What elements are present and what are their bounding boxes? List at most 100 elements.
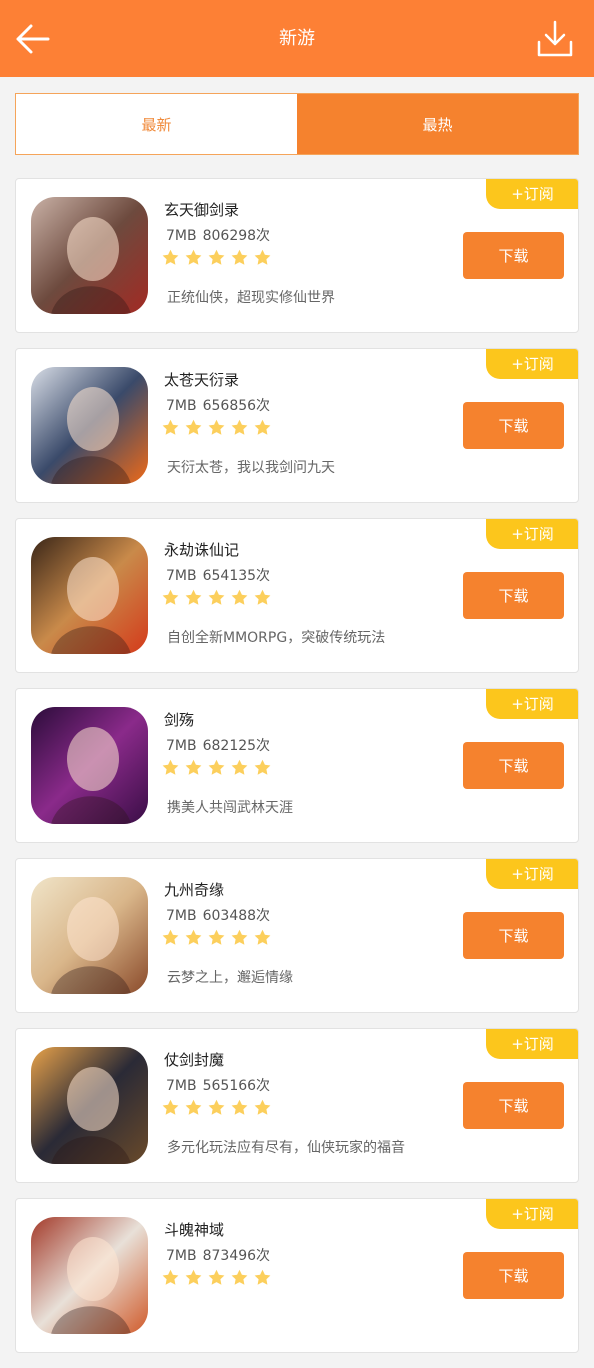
game-card[interactable]: 九州奇缘 7MB 603488次 云梦之上，邂逅情缘 +订阅 下载 — [15, 858, 579, 1013]
rating-stars — [162, 419, 271, 436]
game-icon-xuantian[interactable] — [31, 197, 148, 314]
star-icon — [162, 1269, 179, 1285]
game-meta: 7MB 806298次 — [166, 225, 270, 245]
star-icon — [162, 929, 179, 945]
game-card[interactable]: 太苍天衍录 7MB 656856次 天衍太苍，我以我剑问九天 +订阅 下载 — [15, 348, 579, 503]
download-button[interactable]: 下载 — [463, 572, 564, 619]
download-count: 873496次 — [202, 1248, 271, 1264]
rating-stars — [162, 759, 271, 776]
game-size: 7MB — [166, 738, 197, 754]
subscribe-button[interactable]: +订阅 — [486, 179, 578, 209]
download-button[interactable]: 下载 — [463, 402, 564, 449]
download-count: 806298次 — [202, 228, 271, 244]
game-size: 7MB — [166, 398, 197, 414]
game-card[interactable]: 斗魄神域 7MB 873496次 +订阅 下载 — [15, 1198, 579, 1353]
game-icon-doupo[interactable] — [31, 1217, 148, 1334]
rating-stars — [162, 589, 271, 606]
game-meta: 7MB 603488次 — [166, 905, 270, 925]
star-icon — [208, 1269, 225, 1285]
star-icon — [162, 589, 179, 605]
download-button[interactable]: 下载 — [463, 1252, 564, 1299]
star-icon — [231, 1269, 248, 1285]
subscribe-button[interactable]: +订阅 — [486, 1199, 578, 1229]
rating-stars — [162, 1269, 271, 1286]
star-icon — [185, 419, 202, 435]
game-icon-jiuzhou[interactable] — [31, 877, 148, 994]
download-count: 654135次 — [202, 568, 271, 584]
game-name: 剑殇 — [164, 711, 195, 729]
game-name: 永劫诛仙记 — [164, 541, 240, 559]
star-icon — [208, 1099, 225, 1115]
download-button[interactable]: 下载 — [463, 1082, 564, 1129]
star-icon — [231, 929, 248, 945]
star-icon — [185, 1099, 202, 1115]
game-name: 太苍天衍录 — [164, 371, 240, 389]
star-icon — [231, 759, 248, 775]
download-count: 656856次 — [202, 398, 271, 414]
star-icon — [162, 249, 179, 265]
star-icon — [254, 589, 271, 605]
star-icon — [231, 589, 248, 605]
download-button[interactable]: 下载 — [463, 232, 564, 279]
tab-newest[interactable]: 最新 — [16, 94, 297, 154]
game-size: 7MB — [166, 908, 197, 924]
download-count: 682125次 — [202, 738, 271, 754]
subscribe-button[interactable]: +订阅 — [486, 859, 578, 889]
game-description: 正统仙侠，超现实修仙世界 — [167, 290, 335, 306]
game-description: 云梦之上，邂逅情缘 — [167, 970, 293, 986]
game-icon-zhangjian[interactable] — [31, 1047, 148, 1164]
star-icon — [231, 249, 248, 265]
game-card[interactable]: 仗剑封魔 7MB 565166次 多元化玩法应有尽有，仙侠玩家的福音 +订阅 下载 — [15, 1028, 579, 1183]
download-button[interactable]: 下载 — [463, 912, 564, 959]
top-bar: 新游 — [0, 0, 594, 77]
game-meta: 7MB 654135次 — [166, 565, 270, 585]
game-name: 仗剑封魔 — [164, 1051, 225, 1069]
tab-bar: 最新 最热 — [15, 93, 579, 155]
game-card[interactable]: 永劫诛仙记 7MB 654135次 自创全新MMORPG，突破传统玩法 +订阅 下… — [15, 518, 579, 673]
star-icon — [162, 419, 179, 435]
game-meta: 7MB 682125次 — [166, 735, 270, 755]
tab-hottest[interactable]: 最热 — [297, 94, 578, 154]
game-card[interactable]: 玄天御剑录 7MB 806298次 正统仙侠，超现实修仙世界 +订阅 下载 — [15, 178, 579, 333]
star-icon — [254, 1269, 271, 1285]
game-size: 7MB — [166, 228, 197, 244]
game-name: 九州奇缘 — [164, 881, 225, 899]
star-icon — [185, 249, 202, 265]
star-icon — [185, 929, 202, 945]
game-description: 天衍太苍，我以我剑问九天 — [167, 460, 335, 476]
star-icon — [162, 1099, 179, 1115]
download-button[interactable]: 下载 — [463, 742, 564, 789]
game-icon-yongjie[interactable] — [31, 537, 148, 654]
star-icon — [208, 249, 225, 265]
star-icon — [231, 1099, 248, 1115]
subscribe-button[interactable]: +订阅 — [486, 1029, 578, 1059]
rating-stars — [162, 929, 271, 946]
star-icon — [208, 759, 225, 775]
star-icon — [254, 929, 271, 945]
game-description: 自创全新MMORPG，突破传统玩法 — [167, 630, 386, 646]
star-icon — [185, 589, 202, 605]
subscribe-button[interactable]: +订阅 — [486, 689, 578, 719]
rating-stars — [162, 249, 271, 266]
game-meta: 7MB 565166次 — [166, 1075, 270, 1095]
star-icon — [254, 249, 271, 265]
star-icon — [208, 419, 225, 435]
star-icon — [208, 929, 225, 945]
game-card[interactable]: 剑殇 7MB 682125次 携美人共闯武林天涯 +订阅 下载 — [15, 688, 579, 843]
game-icon-jianshang[interactable] — [31, 707, 148, 824]
star-icon — [254, 419, 271, 435]
download-count: 603488次 — [202, 908, 271, 924]
game-size: 7MB — [166, 1248, 197, 1264]
star-icon — [254, 759, 271, 775]
game-icon-taicang[interactable] — [31, 367, 148, 484]
subscribe-button[interactable]: +订阅 — [486, 349, 578, 379]
game-size: 7MB — [166, 1078, 197, 1094]
game-name: 斗魄神域 — [164, 1221, 225, 1239]
star-icon — [208, 589, 225, 605]
game-meta: 7MB 656856次 — [166, 395, 270, 415]
subscribe-button[interactable]: +订阅 — [486, 519, 578, 549]
game-list: 玄天御剑录 7MB 806298次 正统仙侠，超现实修仙世界 +订阅 下载 太苍天… — [15, 178, 579, 1368]
star-icon — [254, 1099, 271, 1115]
download-icon[interactable] — [536, 18, 574, 60]
game-size: 7MB — [166, 568, 197, 584]
